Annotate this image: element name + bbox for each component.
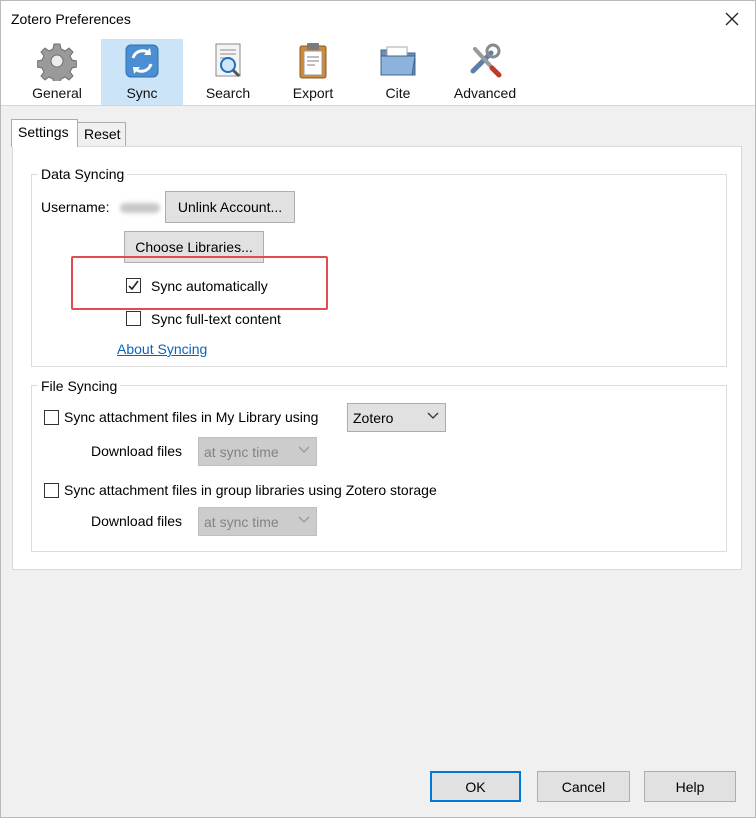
help-label: Help (675, 778, 705, 795)
pane-cite-label: Cite (385, 85, 411, 101)
help-button[interactable]: Help (644, 771, 736, 802)
settings-panel: Data Syncing Username: Unlink Account...… (12, 146, 742, 570)
checkmark-icon (128, 280, 139, 291)
file-syncing-legend: File Syncing (38, 378, 121, 394)
group-libraries-checkbox[interactable] (44, 483, 59, 498)
my-library-label[interactable]: Sync attachment files in My Library usin… (64, 409, 318, 425)
my-library-download-label: Download files (91, 443, 183, 459)
my-library-checkbox[interactable] (44, 410, 59, 425)
cancel-label: Cancel (561, 778, 606, 795)
close-icon (725, 12, 739, 26)
pane-toolbar: General Sync Search Export Cite Advanced (1, 39, 755, 106)
sync-service-select[interactable]: Zotero (347, 403, 446, 432)
tab-reset[interactable]: Reset (77, 122, 126, 147)
sync-automatically-label[interactable]: Sync automatically (151, 278, 268, 294)
pane-sync[interactable]: Sync (101, 39, 183, 105)
pane-cite[interactable]: Cite (357, 39, 439, 105)
pane-advanced-label: Advanced (453, 85, 517, 101)
pane-export[interactable]: Export (273, 39, 353, 105)
chevron-down-icon (427, 412, 439, 419)
search-icon (215, 43, 241, 78)
username-label: Username: (41, 199, 110, 215)
data-syncing-legend: Data Syncing (38, 166, 128, 182)
username-value (120, 203, 160, 213)
pane-general-label: General (32, 85, 82, 101)
pane-export-label: Export (292, 85, 334, 101)
tab-reset-label: Reset (84, 126, 121, 142)
cancel-button[interactable]: Cancel (537, 771, 630, 802)
pane-search[interactable]: Search (187, 39, 269, 105)
sync-fulltext-label[interactable]: Sync full-text content (151, 311, 281, 327)
pane-general[interactable]: General (17, 39, 97, 105)
clipboard-icon (299, 43, 327, 79)
close-button[interactable] (709, 1, 755, 37)
pane-advanced[interactable]: Advanced (443, 39, 527, 105)
tools-icon (470, 43, 502, 78)
ok-label: OK (465, 778, 486, 795)
chevron-down-icon (298, 446, 310, 453)
choose-libraries-label: Choose Libraries... (135, 239, 253, 255)
about-syncing-link[interactable]: About Syncing (117, 341, 207, 357)
unlink-account-button[interactable]: Unlink Account... (165, 191, 295, 223)
group-libraries-download-label: Download files (91, 513, 183, 529)
pane-sync-label: Sync (126, 85, 158, 101)
window-title: Zotero Preferences (11, 11, 131, 27)
unlink-account-label: Unlink Account... (177, 199, 283, 215)
chevron-down-icon (298, 516, 310, 523)
sync-automatically-checkbox[interactable] (126, 278, 141, 293)
sync-fulltext-checkbox[interactable] (126, 311, 141, 326)
group-libraries-download-select[interactable]: at sync time (198, 507, 317, 536)
tab-settings[interactable]: Settings (11, 119, 78, 147)
preferences-window: Zotero Preferences General Sync Search E… (0, 0, 756, 818)
sync-icon (125, 44, 159, 78)
folder-icon (380, 46, 416, 76)
ok-button[interactable]: OK (430, 771, 521, 802)
group-libraries-download-value: at sync time (204, 513, 279, 530)
my-library-download-select[interactable]: at sync time (198, 437, 317, 466)
gear-icon (37, 43, 77, 81)
tab-settings-label: Settings (18, 124, 69, 140)
sync-service-value: Zotero (353, 409, 394, 426)
group-libraries-label[interactable]: Sync attachment files in group libraries… (64, 482, 437, 498)
my-library-download-value: at sync time (204, 443, 279, 460)
pane-search-label: Search (205, 85, 251, 101)
title-bar: Zotero Preferences (1, 1, 755, 39)
